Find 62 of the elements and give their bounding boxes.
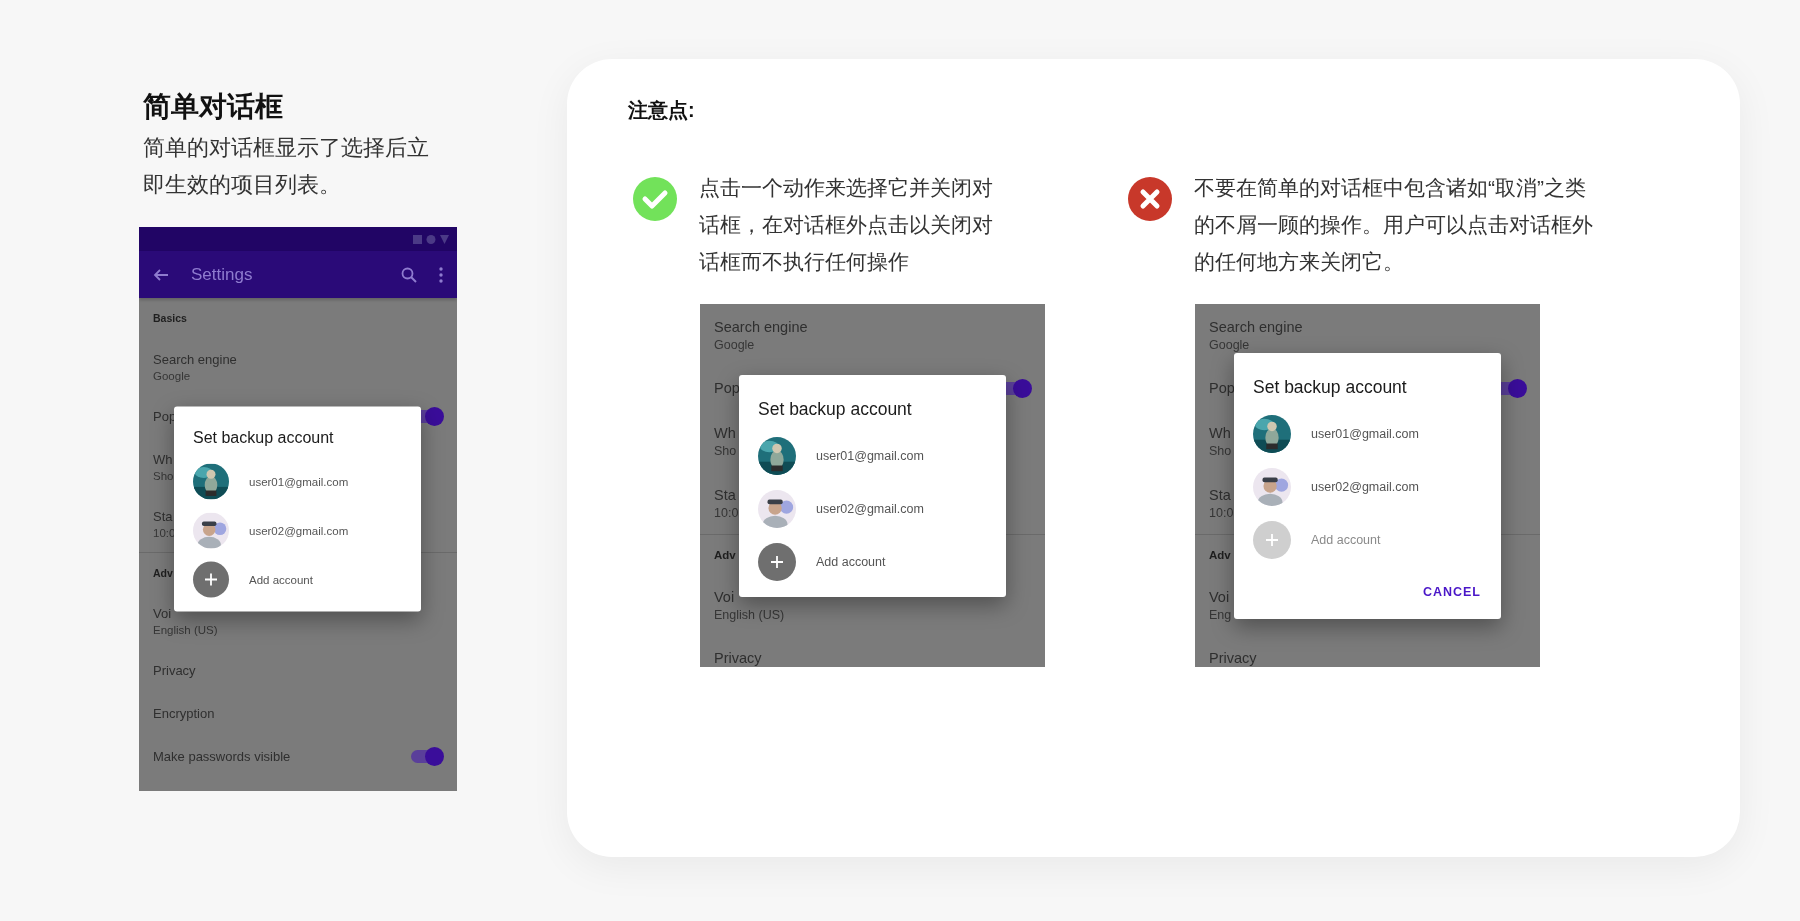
- setting-title: Search engine: [1209, 318, 1303, 335]
- account-option[interactable]: user02@gmail.com: [1234, 460, 1501, 514]
- setting-title: Pop: [714, 380, 740, 396]
- setting-value: English (US): [714, 607, 785, 622]
- dialog-title: Set backup account: [1252, 376, 1408, 399]
- setting-title: Privacy: [153, 663, 196, 678]
- more-icon[interactable]: [439, 266, 443, 283]
- setting-title: Voi: [714, 588, 735, 605]
- account-option[interactable]: user01@gmail.com: [1234, 407, 1501, 461]
- dialog-title: Set backup account: [192, 428, 335, 448]
- add-account-option[interactable]: Add account: [174, 554, 421, 604]
- setting-value: Sho: [1209, 443, 1232, 458]
- setting-title: Wh: [1209, 424, 1231, 441]
- dialog-title: Set backup account: [757, 398, 913, 421]
- setting-value: Google: [714, 337, 755, 352]
- setting-title: Sta: [153, 508, 173, 524]
- section-title: 简单对话框: [143, 90, 284, 124]
- search-icon[interactable]: [401, 266, 417, 283]
- notes-title: 注意点:: [628, 98, 696, 123]
- setting-value: Sho: [153, 469, 174, 482]
- setting-title: Search engine: [714, 318, 808, 335]
- section-header: Basics: [153, 312, 187, 324]
- plus-icon: [193, 561, 229, 597]
- setting-title: Wh: [714, 424, 736, 441]
- section-header: Adv: [714, 548, 736, 561]
- setting-title: Search engine: [153, 351, 237, 367]
- setting-value: Google: [153, 369, 191, 382]
- add-account-option[interactable]: Add account: [739, 535, 1006, 589]
- setting-title: Wh: [153, 451, 173, 467]
- setting-title: Privacy: [1209, 650, 1257, 666]
- setting-value: Eng: [1209, 607, 1232, 622]
- status-icons: [413, 234, 449, 244]
- note-text: 点击一个动作来选择它并关闭对话框，在对话框外点击以关闭对话框而不执行任何操作: [699, 175, 994, 275]
- cancel-button[interactable]: CANCEL: [1418, 580, 1485, 603]
- setting-value: Google: [1209, 337, 1250, 352]
- toggle-switch[interactable]: [411, 750, 441, 763]
- setting-title: Make passwords visible: [153, 749, 291, 764]
- setting-title: Sta: [1209, 486, 1231, 503]
- account-option[interactable]: user01@gmail.com: [174, 456, 421, 506]
- app-title: Settings: [191, 264, 254, 285]
- close-icon: [1128, 177, 1172, 221]
- setting-value: English (US): [153, 623, 218, 636]
- setting-title: Encryption: [153, 706, 215, 721]
- setting-title: Voi: [1209, 588, 1230, 605]
- account-option[interactable]: user02@gmail.com: [739, 482, 1006, 536]
- note-text: 不要在简单的对话框中包含诸如“取消”之类的不屑一顾的操作。用户可以点击对话框外的任何地方来关闭它。: [1194, 175, 1594, 275]
- setting-title: Privacy: [714, 650, 762, 666]
- setting-value: Sho: [714, 443, 737, 458]
- plus-icon: [1253, 521, 1291, 559]
- plus-icon: [758, 543, 796, 581]
- setting-title: Sta: [714, 486, 736, 503]
- setting-value: 10:0: [714, 505, 739, 520]
- setting-title: Voi: [153, 605, 172, 621]
- back-arrow-icon[interactable]: [153, 266, 169, 283]
- setting-title: Pop: [1209, 380, 1235, 396]
- section-header: Adv: [1209, 548, 1231, 561]
- account-option[interactable]: user01@gmail.com: [739, 429, 1006, 483]
- check-icon: [633, 177, 677, 221]
- section-description: 简单的对话框显示了选择后立即生效的项目列表。: [143, 134, 430, 199]
- account-option[interactable]: user02@gmail.com: [174, 505, 421, 555]
- setting-value: 10:0: [1209, 505, 1234, 520]
- section-header: Adv: [153, 566, 173, 579]
